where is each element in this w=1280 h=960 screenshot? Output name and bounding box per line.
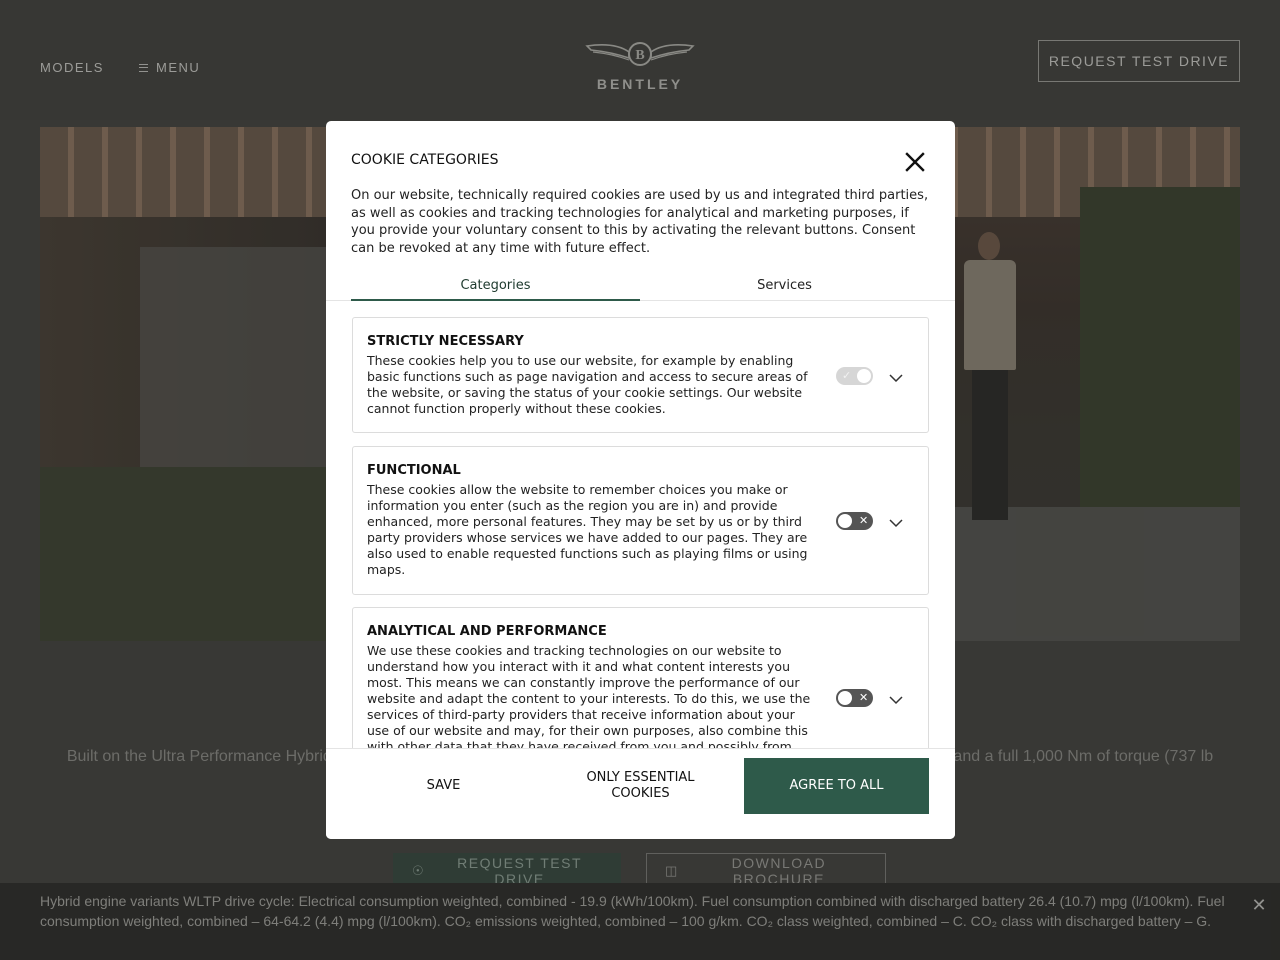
chevron-down-icon [889, 696, 903, 705]
category-title: FUNCTIONAL [367, 463, 461, 478]
modal-title: COOKIE CATEGORIES [351, 152, 499, 168]
cookie-modal: COOKIE CATEGORIES On our website, techni… [326, 121, 955, 839]
category-description: These cookies allow the website to remem… [367, 482, 808, 577]
functional-toggle[interactable]: ✕ [836, 512, 873, 530]
category-title: ANALYTICAL AND PERFORMANCE [367, 624, 607, 639]
category-card-strictly-necessary: STRICTLY NECESSARY These cookies help yo… [352, 317, 929, 433]
modal-tabs: Categories Services [326, 271, 955, 301]
modal-close-button[interactable] [902, 149, 928, 175]
only-essential-cookies-button[interactable]: ONLY ESSENTIAL COOKIES [548, 758, 733, 814]
expand-functional-button[interactable] [888, 516, 904, 528]
strictly-necessary-toggle[interactable]: ✓ [836, 367, 873, 385]
tab-services[interactable]: Services [640, 271, 929, 300]
category-description: These cookies help you to use our websit… [367, 353, 808, 416]
essential-label-line2: COOKIES [611, 786, 670, 801]
category-description: We use these cookies and tracking techno… [367, 643, 811, 748]
check-icon: ✓ [842, 369, 852, 382]
close-icon [905, 152, 925, 172]
x-icon: ✕ [859, 691, 869, 704]
toggle-knob [857, 369, 871, 383]
modal-footer: SAVE ONLY ESSENTIAL COOKIES AGREE TO ALL [326, 748, 955, 839]
category-title: STRICTLY NECESSARY [367, 334, 524, 349]
essential-label-line1: ONLY ESSENTIAL [586, 770, 695, 785]
chevron-down-icon [889, 374, 903, 383]
toggle-knob [838, 691, 852, 705]
category-card-functional: FUNCTIONAL These cookies allow the websi… [352, 446, 929, 595]
category-card-analytical-performance: ANALYTICAL AND PERFORMANCE We use these … [352, 607, 929, 748]
analytical-toggle[interactable]: ✕ [836, 689, 873, 707]
expand-strictly-necessary-button[interactable] [888, 371, 904, 383]
agree-to-all-button[interactable]: AGREE TO ALL [744, 758, 929, 814]
categories-list[interactable]: STRICTLY NECESSARY These cookies help yo… [326, 302, 955, 748]
chevron-down-icon [889, 519, 903, 528]
toggle-knob [838, 514, 852, 528]
expand-analytical-button[interactable] [888, 693, 904, 705]
modal-intro-text: On our website, technically required coo… [351, 188, 929, 256]
save-button[interactable]: SAVE [351, 758, 536, 814]
tab-categories[interactable]: Categories [351, 271, 640, 301]
x-icon: ✕ [859, 514, 869, 527]
